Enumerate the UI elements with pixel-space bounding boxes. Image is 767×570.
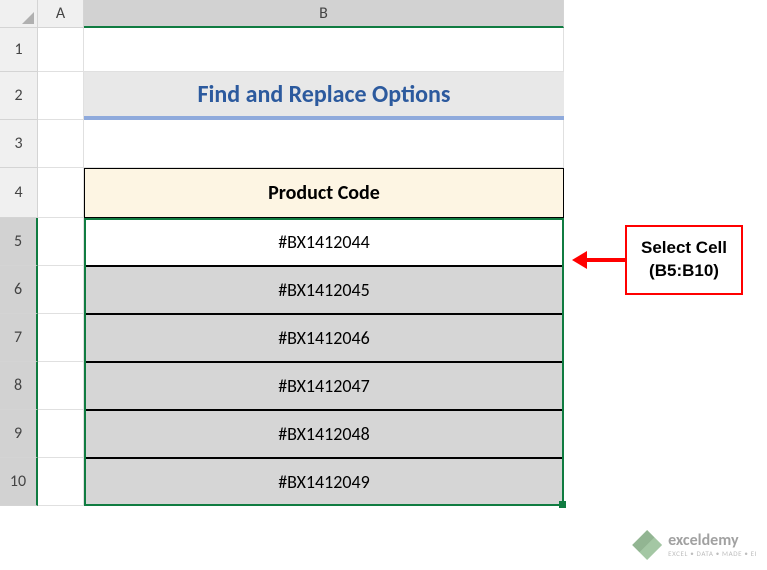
- cell-a8[interactable]: [38, 362, 84, 410]
- annotation-callout: Select Cell (B5:B10): [572, 225, 743, 295]
- cell-a10[interactable]: [38, 458, 84, 506]
- arrow-icon: [572, 251, 587, 269]
- cell-b7[interactable]: #BX1412046: [84, 314, 564, 362]
- cell-b10[interactable]: #BX1412049: [84, 458, 564, 506]
- cell-a4[interactable]: [38, 168, 84, 218]
- watermark: exceldemy EXCEL • DATA • MADE • EI: [632, 530, 757, 560]
- cell-a1[interactable]: [38, 28, 84, 72]
- cell-grid: Find and Replace Options Product Code #B…: [38, 28, 564, 506]
- select-all-button[interactable]: [0, 0, 38, 28]
- cell-b2-title[interactable]: Find and Replace Options: [84, 72, 564, 120]
- row-header-5[interactable]: 5: [0, 218, 38, 266]
- callout-line2: (B5:B10): [641, 260, 727, 283]
- cell-b8[interactable]: #BX1412047: [84, 362, 564, 410]
- row-header-7[interactable]: 7: [0, 314, 38, 362]
- watermark-text: exceldemy EXCEL • DATA • MADE • EI: [668, 533, 757, 557]
- row-header-1[interactable]: 1: [0, 28, 38, 72]
- cell-b4-header[interactable]: Product Code: [84, 168, 564, 218]
- cell-a9[interactable]: [38, 410, 84, 458]
- cell-b5[interactable]: #BX1412044: [84, 218, 564, 266]
- row-header-6[interactable]: 6: [0, 266, 38, 314]
- callout-box: Select Cell (B5:B10): [625, 225, 743, 295]
- watermark-tagline: EXCEL • DATA • MADE • EI: [668, 550, 757, 557]
- cell-a6[interactable]: [38, 266, 84, 314]
- row-headers: 1 2 3 4 5 6 7 8 9 10: [0, 28, 38, 506]
- cell-b6[interactable]: #BX1412045: [84, 266, 564, 314]
- row-header-8[interactable]: 8: [0, 362, 38, 410]
- row-header-10[interactable]: 10: [0, 458, 38, 506]
- row-header-2[interactable]: 2: [0, 72, 38, 120]
- cell-a3[interactable]: [38, 120, 84, 168]
- row-header-9[interactable]: 9: [0, 410, 38, 458]
- watermark-icon: [632, 530, 662, 560]
- cell-b3[interactable]: [84, 120, 564, 168]
- cell-b9[interactable]: #BX1412048: [84, 410, 564, 458]
- arrow-line: [587, 258, 625, 262]
- cell-a2[interactable]: [38, 72, 84, 120]
- column-headers: A B: [38, 0, 564, 28]
- watermark-brand: exceldemy: [668, 533, 757, 550]
- column-header-b[interactable]: B: [84, 0, 564, 28]
- column-header-a[interactable]: A: [38, 0, 84, 28]
- row-header-3[interactable]: 3: [0, 120, 38, 168]
- cell-b1[interactable]: [84, 28, 564, 72]
- row-header-4[interactable]: 4: [0, 168, 38, 218]
- callout-line1: Select Cell: [641, 237, 727, 260]
- cell-a5[interactable]: [38, 218, 84, 266]
- cell-a7[interactable]: [38, 314, 84, 362]
